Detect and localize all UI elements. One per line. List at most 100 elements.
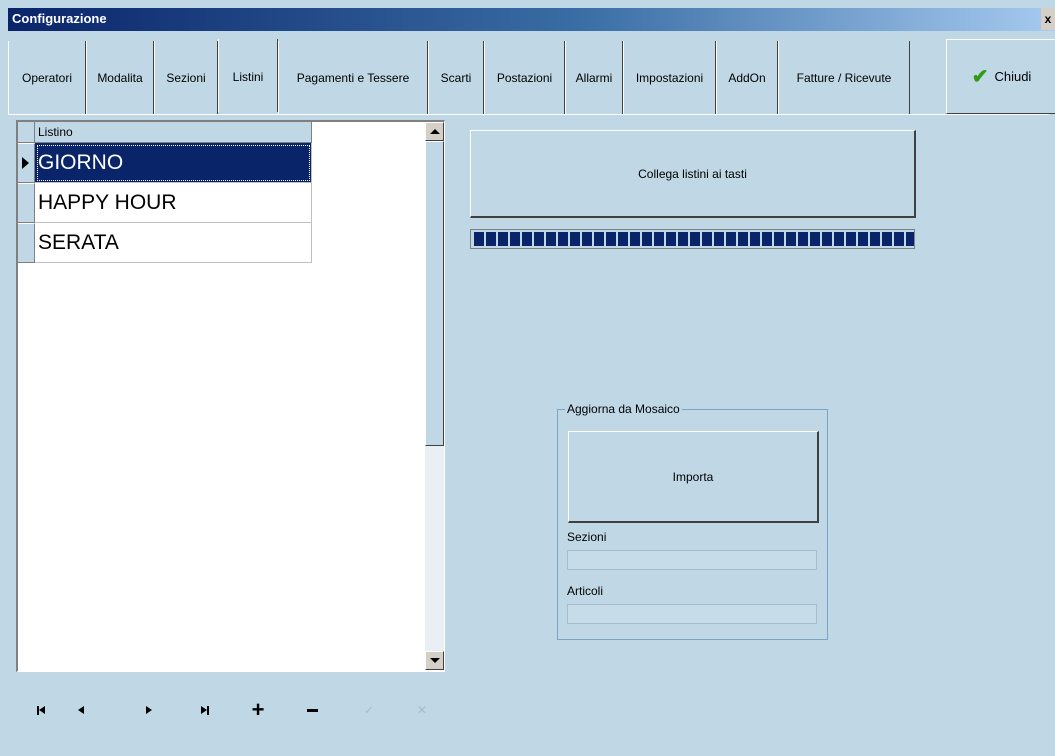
- plus-icon: +: [251, 697, 265, 722]
- table-row[interactable]: SERATA: [18, 223, 312, 263]
- progress-segment: [786, 232, 796, 246]
- window-title: Configurazione: [12, 11, 107, 26]
- grid-header: Listino: [18, 122, 312, 143]
- progress-segment: [642, 232, 652, 246]
- progress-segment: [606, 232, 616, 246]
- progress-segment: [858, 232, 868, 246]
- progress-segment: [882, 232, 892, 246]
- arrow-down-icon: [429, 658, 440, 663]
- tab-impostazioni[interactable]: Impostazioni: [623, 41, 716, 114]
- progress-segment: [558, 232, 568, 246]
- collega-listini-button[interactable]: Collega listini ai tasti: [470, 130, 916, 218]
- groupbox-title: Aggiorna da Mosaico: [565, 402, 682, 416]
- window-close-button[interactable]: x: [1041, 8, 1055, 30]
- first-icon: [37, 705, 45, 715]
- cancel-icon: ✕: [416, 703, 428, 717]
- tab-allarmi[interactable]: Allarmi: [565, 41, 623, 114]
- importa-button[interactable]: Importa: [568, 431, 819, 523]
- progress-segment: [834, 232, 844, 246]
- progress-segment: [822, 232, 832, 246]
- check-icon: ✓: [363, 703, 375, 717]
- first-button[interactable]: [26, 690, 56, 730]
- table-row[interactable]: HAPPY HOUR: [18, 183, 312, 223]
- insert-button[interactable]: +: [243, 690, 273, 730]
- sezioni-label: Sezioni: [567, 530, 607, 544]
- progress-segment: [690, 232, 700, 246]
- progress-segment: [630, 232, 640, 246]
- tab-strip: Operatori Modalita Sezioni Listini Pagam…: [8, 31, 1055, 115]
- progress-segment: [678, 232, 688, 246]
- grid-cell[interactable]: HAPPY HOUR: [35, 183, 312, 223]
- progress-segment: [762, 232, 772, 246]
- progress-segment: [486, 232, 496, 246]
- tab-sezioni[interactable]: Sezioni: [154, 41, 218, 114]
- tab-modalita[interactable]: Modalita: [86, 41, 154, 114]
- next-button[interactable]: [134, 690, 164, 730]
- current-row-arrow-icon: [22, 157, 29, 169]
- row-indicator: [18, 183, 35, 223]
- progress-segment: [546, 232, 556, 246]
- close-button-label: Chiudi: [994, 69, 1032, 84]
- progress-segment: [798, 232, 808, 246]
- close-button[interactable]: ✔ Chiudi: [946, 39, 1055, 114]
- progress-segment: [894, 232, 904, 246]
- row-indicator: [18, 223, 35, 263]
- progress-segment: [582, 232, 592, 246]
- delete-button[interactable]: [297, 690, 327, 730]
- progress-segment: [774, 232, 784, 246]
- progress-segment: [726, 232, 736, 246]
- progress-segment: [594, 232, 604, 246]
- progress-segment: [750, 232, 760, 246]
- column-header-listino[interactable]: Listino: [35, 122, 312, 143]
- minus-icon: [306, 708, 318, 712]
- grid-cell[interactable]: SERATA: [35, 223, 312, 263]
- indicator-header: [18, 122, 35, 143]
- row-indicator: [18, 143, 35, 183]
- grid-cell[interactable]: GIORNO: [35, 143, 312, 183]
- tab-listini[interactable]: Listini: [218, 39, 278, 112]
- tab-fatture-ricevute[interactable]: Fatture / Ricevute: [778, 41, 910, 114]
- progress-segment: [738, 232, 748, 246]
- tab-scarti[interactable]: Scarti: [428, 41, 484, 114]
- progress-segment: [570, 232, 580, 246]
- cancel-button[interactable]: ✕: [407, 690, 437, 730]
- progress-segment: [714, 232, 724, 246]
- last-button[interactable]: [190, 690, 220, 730]
- prior-icon: [78, 706, 84, 714]
- next-icon: [146, 706, 152, 714]
- scroll-down-button[interactable]: [425, 651, 444, 670]
- sezioni-field: [567, 550, 817, 570]
- tab-postazioni[interactable]: Postazioni: [484, 41, 565, 114]
- progress-segment: [522, 232, 532, 246]
- progress-segment: [498, 232, 508, 246]
- progress-segment: [666, 232, 676, 246]
- progress-segment: [702, 232, 712, 246]
- listino-grid[interactable]: Listino GIORNO HAPPY HOUR SERATA: [16, 120, 445, 672]
- tab-operatori[interactable]: Operatori: [8, 41, 86, 114]
- progress-segment: [654, 232, 664, 246]
- vertical-scrollbar[interactable]: [425, 122, 444, 670]
- progress-segment: [618, 232, 628, 246]
- articoli-field: [567, 604, 817, 624]
- arrow-up-icon: [429, 129, 440, 134]
- tab-pagamenti-e-tessere[interactable]: Pagamenti e Tessere: [278, 41, 428, 114]
- articoli-label: Articoli: [567, 584, 604, 598]
- progress-segment: [474, 232, 484, 246]
- progress-bar: [470, 229, 915, 249]
- last-icon: [201, 705, 209, 715]
- progress-segment: [510, 232, 520, 246]
- progress-segment: [906, 232, 914, 246]
- table-row[interactable]: GIORNO: [18, 143, 312, 183]
- progress-segment: [870, 232, 880, 246]
- progress-segment: [810, 232, 820, 246]
- post-button[interactable]: ✓: [354, 690, 384, 730]
- tab-divider: [8, 114, 1049, 115]
- tab-addon[interactable]: AddOn: [716, 41, 778, 114]
- aggiorna-groupbox: Aggiorna da Mosaico Importa Sezioni Arti…: [557, 402, 828, 640]
- check-icon: ✔: [971, 65, 989, 88]
- prior-button[interactable]: [66, 690, 96, 730]
- progress-segment: [534, 232, 544, 246]
- scroll-thumb[interactable]: [425, 141, 444, 446]
- progress-segment: [846, 232, 856, 246]
- scroll-up-button[interactable]: [425, 122, 444, 141]
